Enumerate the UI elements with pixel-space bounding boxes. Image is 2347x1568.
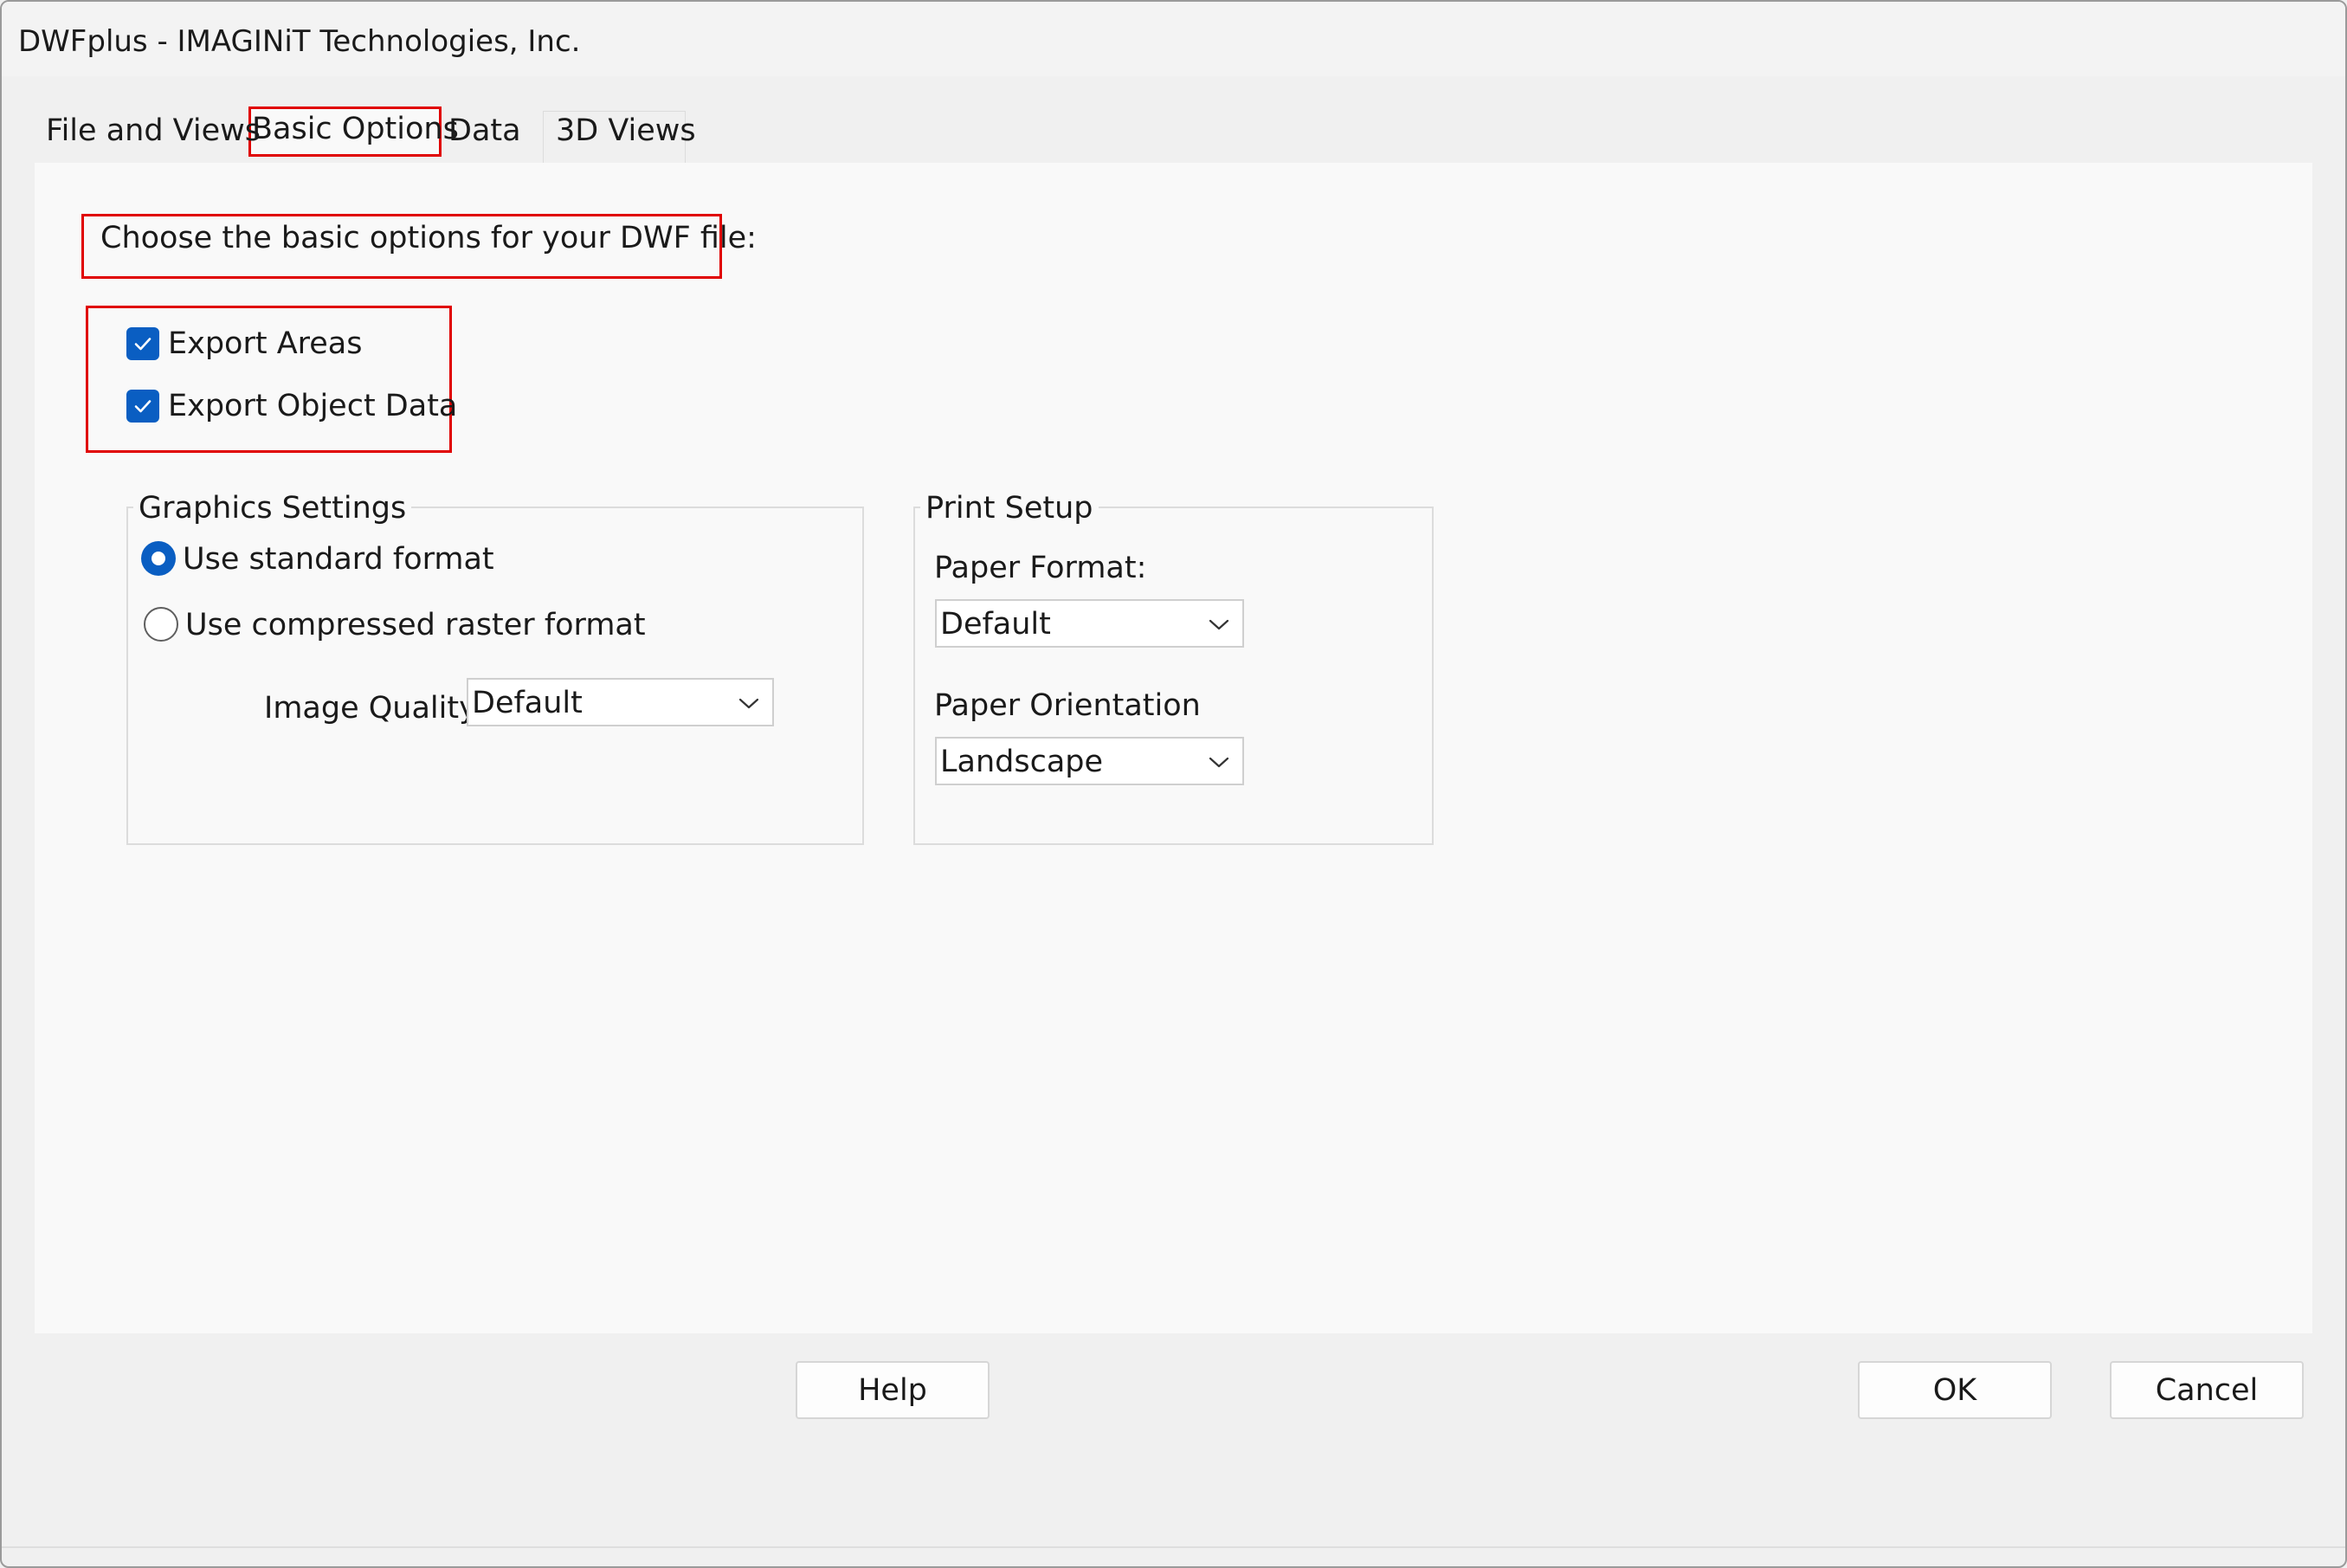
chevron-down-icon xyxy=(1209,619,1229,630)
title-bar: DWFplus - IMAGINiT Technologies, Inc. xyxy=(2,2,2345,76)
graphics-settings-legend: Graphics Settings xyxy=(133,494,412,524)
checkmark-icon xyxy=(134,338,152,351)
paper-format-select[interactable]: Default xyxy=(935,599,1244,648)
cancel-button[interactable]: Cancel xyxy=(2110,1361,2304,1419)
tab-3d-views[interactable]: 3D Views xyxy=(556,116,696,146)
tab-file-and-views[interactable]: File and Views xyxy=(46,116,261,146)
paper-orientation-value: Landscape xyxy=(940,745,1104,779)
paper-orientation-label: Paper Orientation xyxy=(934,688,1201,723)
standard-format-radio[interactable] xyxy=(141,541,176,576)
window-bottom-edge xyxy=(2,1546,2345,1548)
instruction-text: Choose the basic options for your DWF fi… xyxy=(100,221,757,255)
tab-basic-options[interactable]: Basic Options xyxy=(252,114,459,145)
standard-format-label[interactable]: Use standard format xyxy=(183,545,494,575)
export-areas-checkbox[interactable] xyxy=(126,327,159,360)
ok-button[interactable]: OK xyxy=(1858,1361,2052,1419)
chevron-down-icon xyxy=(1209,757,1229,768)
export-areas-label[interactable]: Export Areas xyxy=(168,329,362,359)
image-quality-label: Image Quality: xyxy=(264,691,486,726)
checkmark-icon xyxy=(134,400,152,413)
paper-format-value: Default xyxy=(940,607,1051,642)
window-title: DWFplus - IMAGINiT Technologies, Inc. xyxy=(18,24,581,59)
tab-data[interactable]: Data xyxy=(448,116,521,146)
image-quality-value: Default xyxy=(472,686,583,720)
dwfplus-dialog: DWFplus - IMAGINiT Technologies, Inc. Fi… xyxy=(0,0,2347,1568)
export-object-data-checkbox[interactable] xyxy=(126,390,159,423)
export-object-data-label[interactable]: Export Object Data xyxy=(168,391,457,422)
print-setup-legend: Print Setup xyxy=(920,494,1099,524)
compressed-raster-radio[interactable] xyxy=(144,607,178,642)
image-quality-select[interactable]: Default xyxy=(467,678,774,726)
paper-format-label: Paper Format: xyxy=(934,551,1147,585)
chevron-down-icon xyxy=(738,698,759,709)
paper-orientation-select[interactable]: Landscape xyxy=(935,737,1244,785)
help-button[interactable]: Help xyxy=(796,1361,990,1419)
compressed-raster-label[interactable]: Use compressed raster format xyxy=(185,610,646,641)
